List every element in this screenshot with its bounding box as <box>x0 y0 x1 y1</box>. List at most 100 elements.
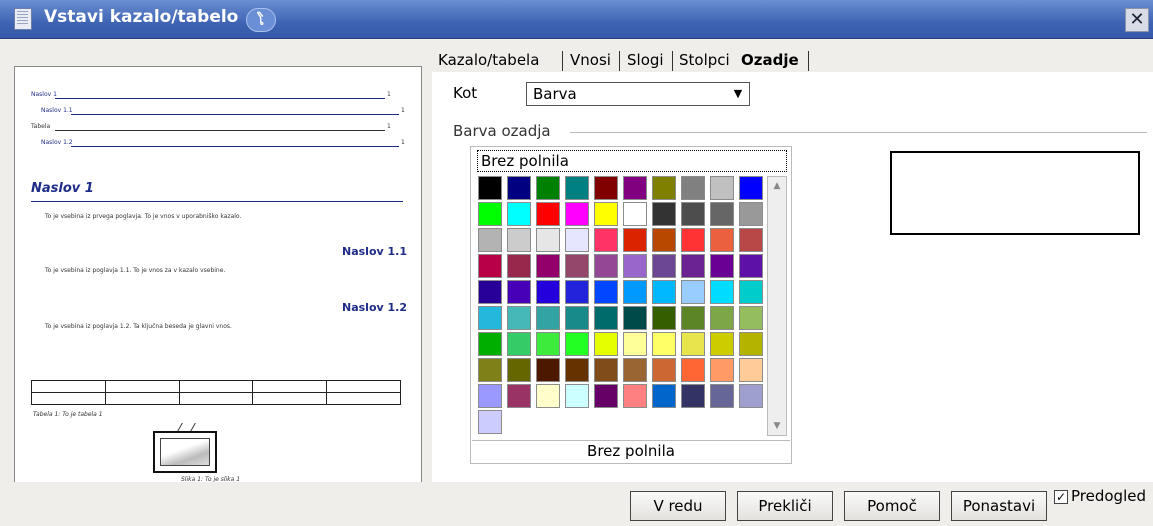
color-swatch[interactable] <box>507 332 531 356</box>
color-swatch[interactable] <box>739 358 763 382</box>
chevron-down-icon[interactable]: ▼ <box>729 85 747 103</box>
color-swatch[interactable] <box>681 332 705 356</box>
color-swatch[interactable] <box>565 384 589 408</box>
color-swatch[interactable] <box>594 176 618 200</box>
color-swatch[interactable] <box>623 202 647 226</box>
preview-checkbox[interactable]: ✓ <box>1054 490 1068 504</box>
color-swatch[interactable] <box>623 358 647 382</box>
color-swatch[interactable] <box>536 254 560 278</box>
color-swatch[interactable] <box>478 384 502 408</box>
color-swatch[interactable] <box>710 384 734 408</box>
color-swatch[interactable] <box>681 254 705 278</box>
ok-button[interactable]: V redu <box>630 491 726 521</box>
color-swatch[interactable] <box>710 306 734 330</box>
color-swatch[interactable] <box>536 332 560 356</box>
color-swatch[interactable] <box>478 228 502 252</box>
scroll-up-icon[interactable]: ▲ <box>769 178 785 194</box>
color-swatch[interactable] <box>681 280 705 304</box>
color-swatch[interactable] <box>594 280 618 304</box>
close-button[interactable]: ✕ <box>1125 8 1149 32</box>
color-swatch[interactable] <box>710 202 734 226</box>
color-swatch[interactable] <box>652 228 676 252</box>
color-swatch[interactable] <box>652 384 676 408</box>
color-swatch[interactable] <box>565 202 589 226</box>
color-swatch[interactable] <box>623 384 647 408</box>
color-swatch[interactable] <box>565 176 589 200</box>
color-swatch[interactable] <box>594 202 618 226</box>
color-swatch[interactable] <box>594 384 618 408</box>
color-swatch[interactable] <box>536 228 560 252</box>
color-swatch[interactable] <box>652 176 676 200</box>
color-swatch[interactable] <box>681 358 705 382</box>
color-swatch[interactable] <box>507 176 531 200</box>
color-swatch[interactable] <box>507 202 531 226</box>
color-swatch[interactable] <box>507 358 531 382</box>
color-swatch[interactable] <box>478 332 502 356</box>
tab-ozadje[interactable]: Ozadje <box>741 47 799 73</box>
help-button[interactable]: Pomoč <box>844 491 940 521</box>
color-swatch[interactable] <box>739 280 763 304</box>
color-swatch[interactable] <box>507 280 531 304</box>
tab-kazalo-tabela[interactable]: Kazalo/tabela <box>438 47 539 73</box>
color-swatch[interactable] <box>565 228 589 252</box>
color-swatch[interactable] <box>652 280 676 304</box>
color-swatch[interactable] <box>478 176 502 200</box>
color-swatch[interactable] <box>652 254 676 278</box>
color-swatch[interactable] <box>478 254 502 278</box>
color-swatch[interactable] <box>536 202 560 226</box>
reset-button[interactable]: Ponastavi <box>951 491 1047 521</box>
color-swatch[interactable] <box>681 176 705 200</box>
tab-slogi[interactable]: Slogi <box>627 47 664 73</box>
color-swatch[interactable] <box>478 358 502 382</box>
color-swatch[interactable] <box>739 332 763 356</box>
color-swatch[interactable] <box>478 306 502 330</box>
color-swatch[interactable] <box>710 280 734 304</box>
color-swatch[interactable] <box>478 280 502 304</box>
color-swatch[interactable] <box>623 254 647 278</box>
color-swatch[interactable] <box>507 306 531 330</box>
color-swatch[interactable] <box>507 254 531 278</box>
color-swatch[interactable] <box>739 202 763 226</box>
color-swatch[interactable] <box>623 176 647 200</box>
color-swatch[interactable] <box>652 358 676 382</box>
color-swatch[interactable] <box>710 254 734 278</box>
no-fill-option[interactable]: Brez polnila <box>477 150 787 172</box>
color-swatch[interactable] <box>594 228 618 252</box>
color-swatch[interactable] <box>478 202 502 226</box>
color-swatch[interactable] <box>565 280 589 304</box>
color-swatch[interactable] <box>536 384 560 408</box>
color-swatch[interactable] <box>623 306 647 330</box>
color-swatch[interactable] <box>565 358 589 382</box>
color-swatch[interactable] <box>565 306 589 330</box>
color-swatch[interactable] <box>507 384 531 408</box>
color-swatch[interactable] <box>536 358 560 382</box>
color-swatch[interactable] <box>594 254 618 278</box>
tab-stolpci[interactable]: Stolpci <box>679 47 730 73</box>
color-swatch[interactable] <box>739 306 763 330</box>
help-swirl-icon[interactable]: ໂ <box>246 8 276 32</box>
color-swatch[interactable] <box>623 228 647 252</box>
color-swatch[interactable] <box>652 306 676 330</box>
color-swatch[interactable] <box>565 254 589 278</box>
tab-vnosi[interactable]: Vnosi <box>570 47 611 73</box>
color-swatch[interactable] <box>507 228 531 252</box>
color-swatch[interactable] <box>652 202 676 226</box>
color-swatch[interactable] <box>623 280 647 304</box>
color-swatch[interactable] <box>710 358 734 382</box>
color-swatch[interactable] <box>594 306 618 330</box>
color-swatch[interactable] <box>681 202 705 226</box>
color-swatch[interactable] <box>565 332 589 356</box>
color-swatch[interactable] <box>536 176 560 200</box>
cancel-button[interactable]: Prekliči <box>737 491 833 521</box>
color-swatch[interactable] <box>710 332 734 356</box>
color-swatch[interactable] <box>739 176 763 200</box>
scroll-down-icon[interactable]: ▼ <box>769 418 785 434</box>
color-swatch[interactable] <box>594 332 618 356</box>
color-swatch[interactable] <box>536 280 560 304</box>
palette-scrollbar[interactable]: ▲ ▼ <box>767 176 787 436</box>
color-swatch[interactable] <box>652 332 676 356</box>
color-swatch[interactable] <box>594 358 618 382</box>
color-swatch[interactable] <box>536 306 560 330</box>
color-swatch[interactable] <box>681 228 705 252</box>
color-swatch[interactable] <box>739 384 763 408</box>
